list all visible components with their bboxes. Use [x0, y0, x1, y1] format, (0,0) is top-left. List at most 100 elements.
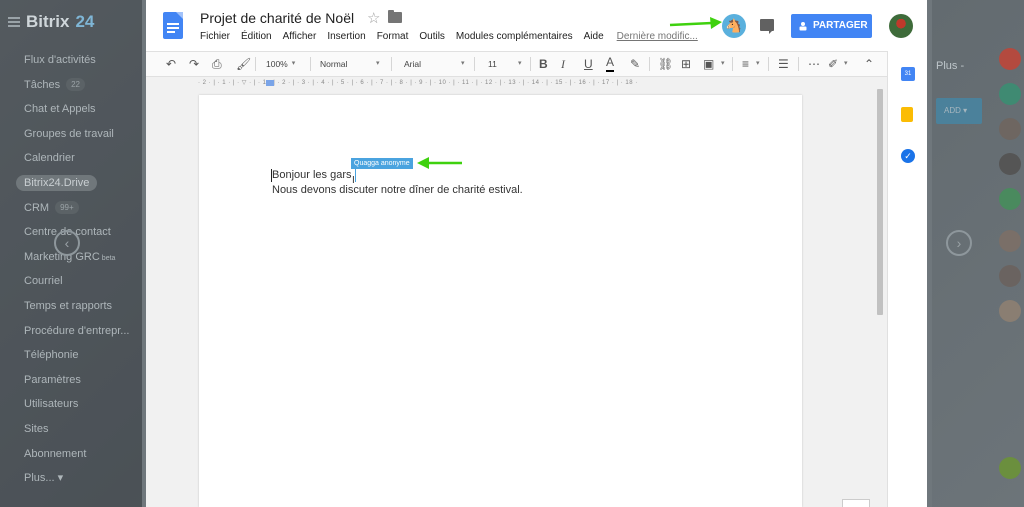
toolbar-divider — [310, 57, 311, 71]
sidebar-item[interactable]: Procédure d'entrepr... — [24, 319, 129, 344]
menu-item[interactable]: Afficher — [283, 31, 317, 42]
sidebar-item[interactable]: Temps et rapports — [24, 294, 129, 319]
font-select[interactable]: Arial — [404, 52, 421, 76]
print-icon[interactable]: ⎙ — [212, 52, 222, 76]
tasks-icon[interactable]: ✓ — [901, 149, 915, 163]
bitrix-sidebar: Bitrix 24 Flux d'activités Tâches 22 Chat e… — [0, 0, 142, 507]
underline-icon[interactable]: U — [584, 52, 593, 76]
sidebar-item[interactable]: Abonnement — [24, 442, 129, 467]
toolbar-divider — [768, 57, 769, 71]
menu-item[interactable]: Édition — [241, 31, 272, 42]
user-avatar[interactable] — [999, 300, 1021, 322]
last-edit-link[interactable]: Dernière modific... — [617, 31, 698, 42]
menu-item[interactable]: Modules complémentaires — [456, 31, 573, 42]
bitrix-plus-link[interactable]: Plus - — [936, 60, 964, 72]
font-size-select[interactable]: 11 — [488, 52, 497, 76]
user-avatar[interactable] — [999, 118, 1021, 140]
paint-format-icon[interactable]: 🖌 — [236, 52, 251, 76]
sidebar-item-label: Flux d'activités — [24, 54, 96, 66]
bitrix-logo[interactable]: Bitrix 24 — [8, 12, 94, 32]
redo-icon[interactable]: ↷ — [189, 52, 199, 76]
user-avatar[interactable] — [889, 14, 913, 38]
keep-icon[interactable] — [901, 107, 913, 122]
calendar-icon[interactable]: 31 — [901, 67, 915, 81]
ruler[interactable]: · 2 · | · 1 · | · ▽ · | · 1 · | · 2 · | … — [198, 77, 808, 89]
docs-logo-icon[interactable] — [163, 12, 183, 39]
sidebar-item[interactable]: Tâches 22 — [24, 73, 129, 98]
sidebar-item[interactable]: Flux d'activités — [24, 48, 129, 73]
scrollbar-thumb[interactable] — [877, 89, 883, 315]
chevron-down-icon[interactable]: ▾ — [376, 52, 380, 76]
sidebar-item[interactable]: Groupes de travail — [24, 122, 129, 147]
indent-marker[interactable] — [266, 80, 274, 86]
sidebar-item[interactable]: Bitrix24.Drive — [16, 171, 129, 196]
lock-icon[interactable] — [999, 188, 1021, 210]
chevron-down-icon[interactable]: ▾ — [756, 52, 760, 76]
menu-item[interactable]: Insertion — [327, 31, 365, 42]
search-icon[interactable] — [999, 83, 1021, 105]
comment-add-icon[interactable]: ⊞ — [681, 52, 691, 76]
user-avatar[interactable] — [999, 230, 1021, 252]
next-arrow-icon[interactable]: › — [946, 230, 972, 256]
sidebar-item[interactable]: Calendrier — [24, 146, 129, 171]
line-spacing-icon[interactable]: ☰ — [778, 52, 789, 76]
chevron-down-icon[interactable]: ▾ — [518, 52, 522, 76]
chevron-down-icon[interactable]: ▾ — [844, 52, 848, 76]
sidebar-item[interactable]: CRM 99+ — [24, 196, 129, 221]
more-icon[interactable]: ⋯ — [808, 52, 820, 76]
chevron-down-icon[interactable]: ▾ — [721, 52, 725, 76]
menu-item[interactable]: Outils — [419, 31, 445, 42]
doc-text-line[interactable]: Bonjour les gars — [272, 169, 352, 181]
beta-badge: beta — [101, 254, 116, 262]
sidebar-item[interactable]: Téléphonie — [24, 343, 129, 368]
chat-icon[interactable] — [999, 457, 1021, 479]
notification-icon[interactable] — [999, 48, 1021, 70]
doc-title[interactable]: Projet de charité de Noël — [200, 10, 354, 26]
sidebar-item[interactable]: Chat et Appels — [24, 97, 129, 122]
sidebar-item-label: Abonnement — [24, 447, 87, 460]
sidebar-item-label: Bitrix24.Drive — [16, 174, 98, 191]
sidebar-item[interactable]: Plus... ▾ — [24, 466, 129, 491]
italic-icon[interactable]: I — [561, 52, 565, 76]
zoom-select[interactable]: 100% — [266, 52, 306, 76]
align-icon[interactable]: ≡ — [742, 52, 749, 76]
undo-icon[interactable]: ↶ — [166, 52, 176, 76]
prev-arrow-icon[interactable]: ‹ — [54, 230, 80, 256]
menu-item[interactable]: Aide — [584, 31, 604, 42]
star-icon[interactable]: ☆ — [367, 9, 380, 27]
user-avatar[interactable] — [999, 265, 1021, 287]
menu-item[interactable]: Format — [377, 31, 409, 42]
share-button[interactable]: PARTAGER — [791, 14, 872, 38]
text-color-icon[interactable]: A — [606, 52, 615, 72]
toolbar-divider — [391, 57, 392, 71]
menu-burger-icon[interactable] — [8, 17, 20, 27]
sidebar-item-label: Courriel — [24, 275, 63, 288]
doc-text-line[interactable]: Nous devons discuter notre dîner de char… — [272, 184, 523, 196]
sidebar-item-label: Téléphonie — [24, 349, 79, 362]
bitrix-add-button[interactable]: ADD ▾ — [936, 98, 982, 124]
sidebar-item-label: Plus... ▾ — [24, 472, 64, 485]
highlight-icon[interactable]: ✎ — [630, 52, 640, 76]
document-page[interactable]: Bonjour les gars Nous devons discuter no… — [199, 95, 802, 507]
share-label: PARTAGER — [813, 20, 868, 31]
explore-button[interactable] — [842, 499, 870, 507]
anonymous-user-icon[interactable]: 🐴 — [722, 14, 746, 38]
image-icon[interactable]: ▣ — [703, 52, 714, 76]
comments-icon[interactable] — [760, 19, 774, 34]
sidebar-item[interactable]: Courriel — [24, 269, 129, 294]
pen-icon[interactable]: ✐ — [828, 52, 838, 76]
ibeam-cursor-icon: I — [352, 175, 355, 186]
sidebar-item[interactable]: Utilisateurs — [24, 392, 129, 417]
collapse-icon[interactable]: ⌃ — [864, 52, 874, 76]
menu-item[interactable]: Fichier — [200, 31, 230, 42]
sidebar-item[interactable]: Sites — [24, 417, 129, 442]
google-docs-window: Projet de charité de Noël ☆ Fichier Éditi… — [146, 0, 927, 507]
bold-icon[interactable]: B — [539, 52, 548, 76]
folder-icon[interactable] — [388, 10, 402, 23]
chevron-down-icon[interactable]: ▾ — [461, 52, 465, 76]
sidebar-item[interactable]: Paramètres — [24, 368, 129, 393]
link-icon[interactable]: ⛓ — [658, 52, 673, 76]
style-select[interactable]: Normal — [320, 52, 347, 76]
collaborator-label: Quagga anonyme — [351, 158, 413, 169]
user-avatar[interactable] — [999, 153, 1021, 175]
